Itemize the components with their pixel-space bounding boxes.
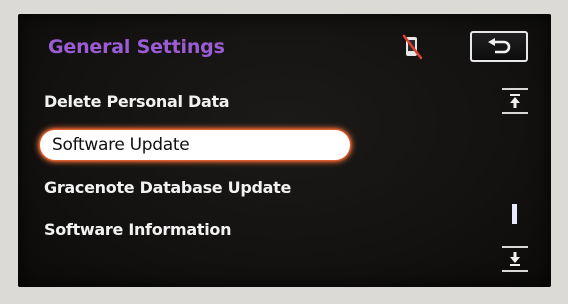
page-down-button[interactable] <box>502 246 528 272</box>
page-down-icon <box>510 252 520 266</box>
menu-item-delete-personal-data[interactable]: Delete Personal Data <box>44 92 230 111</box>
menu-item-gracenote-database-update[interactable]: Gracenote Database Update <box>44 178 291 197</box>
scrollbar-thumb[interactable] <box>512 204 517 224</box>
photo-frame: General Settings Delete Personal Data So… <box>0 0 568 304</box>
back-arrow-icon <box>488 37 511 53</box>
menu-item-software-update[interactable]: Software Update <box>40 130 350 160</box>
menu-item-software-information[interactable]: Software Information <box>44 220 232 239</box>
page-up-button[interactable] <box>502 88 528 114</box>
page-up-icon <box>510 94 520 108</box>
phone-disconnected-icon <box>402 34 423 60</box>
page-title: General Settings <box>48 36 225 58</box>
back-button[interactable] <box>470 31 528 62</box>
display-screen: General Settings Delete Personal Data So… <box>18 14 551 287</box>
